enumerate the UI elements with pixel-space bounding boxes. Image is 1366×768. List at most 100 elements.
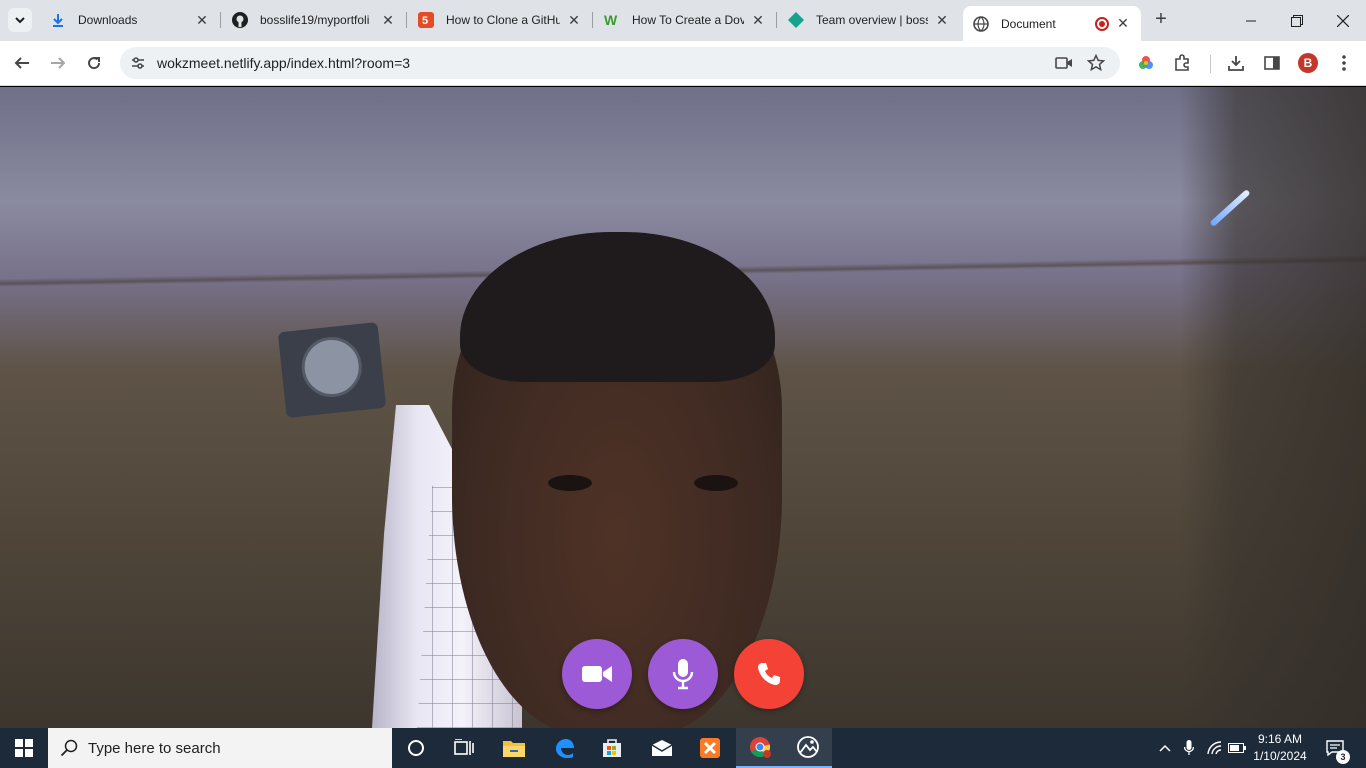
clock-time: 9:16 AM — [1257, 732, 1303, 746]
minimize-icon — [1246, 20, 1256, 21]
file-explorer-button[interactable] — [490, 728, 538, 768]
microphone-icon — [672, 659, 694, 690]
start-button[interactable] — [0, 728, 48, 768]
wifi-icon — [1207, 741, 1222, 755]
star-icon — [1087, 54, 1105, 72]
arrow-right-icon — [51, 57, 66, 69]
side-panel-icon — [1264, 56, 1280, 70]
reload-icon — [88, 57, 101, 70]
task-view-icon — [454, 739, 474, 755]
url-text[interactable]: wokzmeet.netlify.app/index.html?room=3 — [157, 55, 410, 71]
xampp-button[interactable] — [686, 728, 734, 768]
phone-hangup-icon — [758, 663, 780, 685]
close-icon[interactable]: ✕ — [750, 12, 766, 28]
tab-title: bosslife19/myportfoli — [260, 13, 370, 27]
color-wheel-icon — [1139, 56, 1153, 69]
toggle-video-button[interactable] — [562, 639, 632, 709]
tab-document[interactable]: Document ✕ — [963, 6, 1141, 41]
tab-downloads[interactable]: Downloads ✕ — [40, 6, 221, 34]
toolbar-divider — [1210, 55, 1211, 73]
file-explorer-icon — [503, 741, 525, 757]
close-icon[interactable]: ✕ — [934, 12, 950, 28]
cortana-button[interactable] — [392, 728, 440, 768]
local-video-feed — [0, 87, 1366, 728]
site-info-button[interactable] — [128, 53, 148, 73]
microphone-icon — [1184, 740, 1194, 755]
download-icon — [1228, 56, 1244, 71]
extensions-button[interactable] — [1168, 49, 1196, 77]
network-button[interactable] — [1202, 728, 1226, 768]
wall-clock — [277, 322, 387, 418]
store-icon — [603, 739, 621, 757]
person-eye-left — [548, 475, 592, 491]
tab-wikihow[interactable]: W How To Create a Dov ✕ — [594, 6, 777, 34]
new-tab-button[interactable]: + — [1150, 9, 1172, 31]
hashnode-icon: 5 — [418, 12, 434, 28]
person-eye-right — [694, 475, 738, 491]
search-icon — [60, 739, 78, 757]
address-bar[interactable]: wokzmeet.netlify.app/index.html?room=3 — [120, 47, 1120, 79]
close-icon[interactable]: ✕ — [194, 12, 210, 28]
edge-icon — [556, 739, 574, 758]
restore-button[interactable] — [1274, 0, 1320, 41]
notification-count-badge: 3 — [1336, 750, 1350, 764]
chevron-up-icon — [1159, 744, 1171, 752]
clock-date: 1/10/2024 — [1253, 749, 1307, 763]
tab-title: How to Clone a GitHu — [446, 13, 560, 27]
windows-taskbar: Type here to search 9:16 AM 1/10/2024 3 — [0, 728, 1366, 768]
close-icon[interactable]: ✕ — [566, 12, 582, 28]
person-hair — [460, 232, 775, 382]
reload-button[interactable] — [80, 49, 108, 77]
close-icon — [1337, 14, 1349, 27]
github-icon — [232, 12, 248, 28]
toggle-mic-button[interactable] — [648, 639, 718, 709]
end-call-button[interactable] — [734, 639, 804, 709]
cortana-icon — [408, 740, 424, 756]
color-extension-button[interactable] — [1132, 49, 1160, 77]
tab-github[interactable]: bosslife19/myportfoli ✕ — [222, 6, 407, 34]
video-camera-icon — [1055, 57, 1072, 69]
browser-toolbar: wokzmeet.netlify.app/index.html?room=3 B — [0, 41, 1366, 86]
menu-button[interactable] — [1330, 49, 1358, 77]
mail-icon — [651, 740, 673, 756]
forward-button[interactable] — [44, 49, 72, 77]
show-hidden-icons-button[interactable] — [1154, 728, 1176, 768]
task-view-button[interactable] — [440, 728, 488, 768]
download-icon — [50, 12, 66, 28]
tab-search-button[interactable] — [8, 8, 32, 32]
bookmark-button[interactable] — [1086, 53, 1106, 73]
globe-icon — [973, 15, 989, 32]
puzzle-icon — [1175, 54, 1189, 71]
tab-title: How To Create a Dov — [632, 13, 744, 27]
close-icon[interactable]: ✕ — [1115, 15, 1131, 32]
tab-separator — [592, 12, 593, 28]
store-button[interactable] — [588, 728, 636, 768]
minimize-button[interactable] — [1228, 0, 1274, 41]
profile-avatar[interactable]: B — [1298, 53, 1318, 73]
side-panel-button[interactable] — [1258, 49, 1286, 77]
wall-shadow — [1180, 87, 1366, 728]
taskbar-clock[interactable]: 9:16 AM 1/10/2024 — [1244, 731, 1316, 765]
tab-title: Document — [1001, 16, 1056, 31]
w-logo-icon: W — [604, 12, 620, 28]
tab-title: Downloads — [78, 13, 138, 27]
tune-icon — [132, 57, 144, 69]
edge-button[interactable] — [540, 728, 588, 768]
mail-button[interactable] — [638, 728, 686, 768]
arrow-left-icon — [14, 57, 29, 69]
photos-button[interactable] — [784, 728, 832, 768]
taskbar-search[interactable]: Type here to search — [48, 728, 392, 768]
downloads-button[interactable] — [1222, 49, 1250, 77]
camera-in-use-button[interactable] — [1054, 53, 1074, 73]
close-window-button[interactable] — [1320, 0, 1366, 41]
close-icon[interactable]: ✕ — [380, 12, 396, 28]
video-camera-icon — [582, 666, 612, 682]
tab-team-overview[interactable]: Team overview | boss ✕ — [778, 6, 960, 34]
tab-hashnode[interactable]: 5 How to Clone a GitHu ✕ — [408, 6, 593, 34]
chevron-down-icon — [15, 17, 25, 24]
recording-icon — [1095, 16, 1109, 31]
chrome-button[interactable] — [736, 728, 784, 768]
windows-logo-icon — [15, 739, 33, 757]
back-button[interactable] — [8, 49, 36, 77]
microphone-tray-button[interactable] — [1178, 728, 1200, 768]
